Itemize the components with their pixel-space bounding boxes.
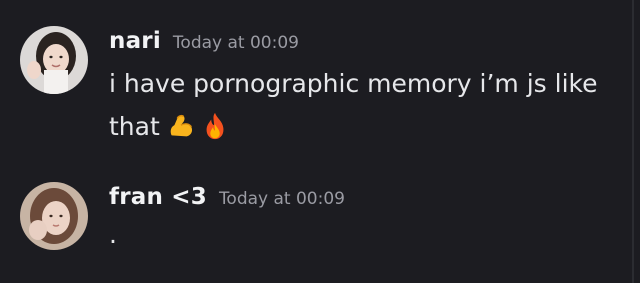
emoji-group [166,111,234,141]
message-header: nari Today at 00:09 [109,28,299,54]
avatar-nari-image [20,26,88,94]
message-text-line: i have pornographic memory i’m js like [109,69,598,98]
message-header: fran <3 Today at 00:09 [109,184,345,210]
timestamp: Today at 00:09 [172,33,299,53]
message-text-line-2: that [109,105,609,148]
message-text: that [109,112,160,141]
message-content: i have pornographic memory i’m js like t… [109,62,609,148]
username[interactable]: fran <3 [109,184,207,210]
avatar-fran[interactable] [20,182,88,250]
avatar-nari[interactable] [20,26,88,94]
chat-message-list: nari Today at 00:09 i have pornographic … [0,0,640,283]
scrollbar-track[interactable] [632,0,634,283]
chat-message-fran[interactable]: fran <3 Today at 00:09 . [0,182,620,262]
username[interactable]: nari [109,28,161,54]
chat-message-nari[interactable]: nari Today at 00:09 i have pornographic … [0,26,620,146]
avatar-fran-image [20,182,88,250]
fire-icon [206,112,224,140]
message-text: . [109,220,117,249]
timestamp: Today at 00:09 [218,189,345,209]
flexed-biceps-icon [170,114,192,137]
